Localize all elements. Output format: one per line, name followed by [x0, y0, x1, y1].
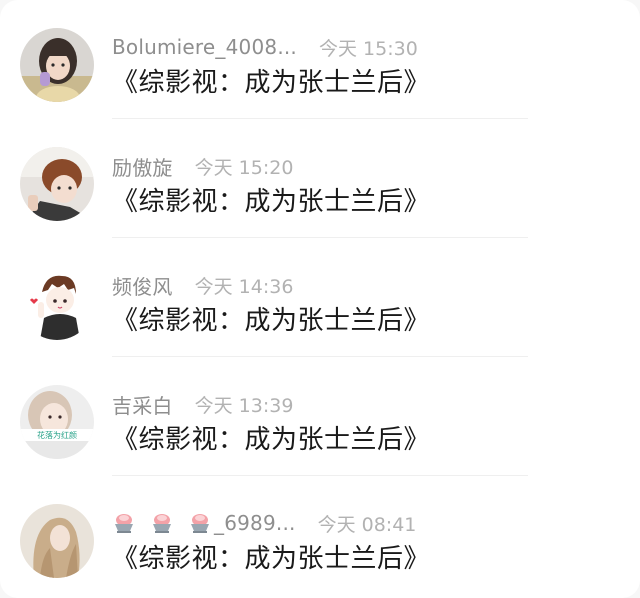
girl-photo-avatar-icon: 花落为红颜 — [20, 385, 94, 459]
timestamp: 今天 08:41 — [317, 513, 417, 536]
avatar[interactable] — [20, 504, 94, 578]
long-hair-photo-avatar-icon — [20, 504, 94, 578]
comment-meta: 吉采白 今天 13:39 — [112, 390, 294, 419]
comment-meta: 频俊风 今天 14:36 — [112, 271, 294, 300]
username[interactable]: Bolumiere_4008... — [112, 35, 297, 59]
girl-photo-avatar-icon — [20, 28, 94, 102]
avatar[interactable] — [20, 266, 94, 340]
comment-item[interactable]: 频俊风 今天 14:36 《综影视：成为张士兰后》 — [0, 238, 640, 357]
shaved-ice-icon — [112, 511, 136, 535]
avatar-text: 花落为红颜 — [37, 430, 77, 440]
comment-item[interactable]: 花落为红颜 吉采白 今天 13:39 《综影视：成为张士兰后》 — [0, 357, 640, 476]
comment-panel: Bolumiere_4008... 今天 15:30 《综影视：成为张士兰后》 — [0, 0, 640, 598]
boy-photo-avatar-icon — [20, 147, 94, 221]
username[interactable]: 吉采白 — [112, 390, 173, 419]
avatar[interactable]: 花落为红颜 — [20, 385, 94, 459]
timestamp: 今天 15:30 — [319, 37, 418, 60]
timestamp: 今天 14:36 — [194, 275, 294, 298]
shaved-ice-icon — [188, 511, 212, 535]
shaved-ice-icon — [150, 511, 174, 535]
comment-text: 《综影视：成为张士兰后》 — [112, 187, 431, 217]
comment-meta: Bolumiere_4008... 今天 15:30 — [112, 34, 418, 60]
comment-list: Bolumiere_4008... 今天 15:30 《综影视：成为张士兰后》 — [0, 0, 640, 598]
comment-item[interactable]: _6989... 今天 08:41 《综影视：成为张士兰后》 — [0, 476, 640, 595]
comment-text: 《综影视：成为张士兰后》 — [112, 544, 431, 574]
comment-meta: 励傲旋 今天 15:20 — [112, 152, 294, 181]
comment-text: 《综影视：成为张士兰后》 — [112, 68, 431, 98]
timestamp: 今天 13:39 — [194, 394, 294, 417]
comment-text: 《综影视：成为张士兰后》 — [112, 425, 431, 455]
comment-text: 《综影视：成为张士兰后》 — [112, 306, 431, 336]
comment-item[interactable]: 励傲旋 今天 15:20 《综影视：成为张士兰后》 — [0, 119, 640, 238]
comment-item[interactable]: Bolumiere_4008... 今天 15:30 《综影视：成为张士兰后》 — [0, 0, 640, 119]
username[interactable]: _6989... — [214, 511, 296, 535]
comment-meta: _6989... 今天 08:41 — [112, 510, 416, 536]
cartoon-boy-avatar-icon — [20, 266, 94, 340]
username[interactable]: 励傲旋 — [112, 152, 173, 181]
username[interactable]: 频俊风 — [112, 271, 173, 300]
avatar[interactable] — [20, 147, 94, 221]
avatar[interactable] — [20, 28, 94, 102]
timestamp: 今天 15:20 — [194, 156, 294, 179]
